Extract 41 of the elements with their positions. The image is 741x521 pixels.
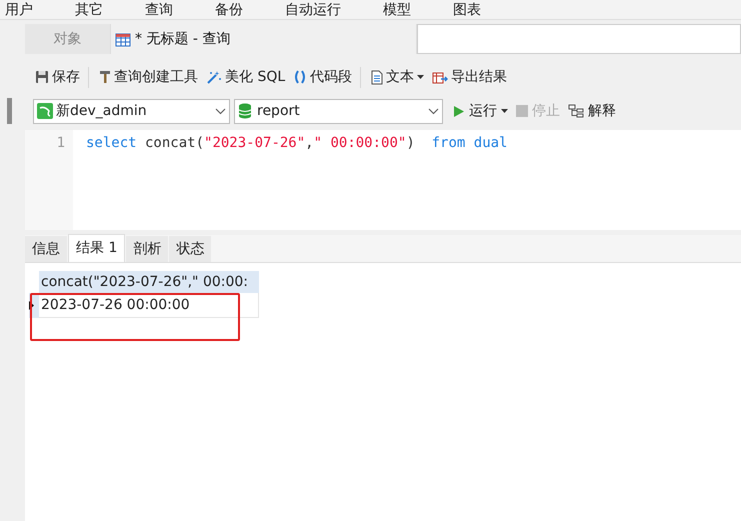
line-number: 1 (56, 134, 65, 153)
menu-item[interactable]: 其它 (75, 2, 103, 16)
table-icon (115, 32, 131, 46)
table-cell: 2023-07-26 00:00:00 (39, 293, 259, 318)
menu-item[interactable]: 图表 (453, 2, 481, 16)
stop-icon (516, 105, 528, 117)
menu-item[interactable]: 自动运行 (285, 2, 341, 16)
result-tab[interactable]: 信息 (25, 236, 67, 262)
connection-select[interactable]: 新dev_admin (33, 98, 230, 124)
play-icon (453, 104, 465, 118)
parentheses-icon (293, 70, 308, 84)
run-toolbar-button[interactable]: 运行 (453, 100, 508, 122)
toolbar-button[interactable]: 查询创建工具 (99, 66, 198, 88)
menu-item[interactable]: 模型 (383, 2, 411, 16)
hammer-icon (99, 70, 111, 84)
toolbar-button[interactable]: 美化 SQL (206, 66, 286, 88)
export-table-icon (432, 70, 448, 84)
chevron-down-icon (215, 108, 226, 114)
menu-item[interactable]: 用户 (5, 2, 33, 16)
connection-icon (37, 103, 53, 119)
column-header[interactable]: concat("2023-07-26"," 00:00: (39, 271, 259, 293)
toolbar-button[interactable]: 保存 (35, 66, 80, 88)
result-tab[interactable]: 剖析 (126, 236, 168, 262)
magic-wand-icon (206, 70, 222, 84)
code-line: select concat("2023-07-26"," 00:00:00") from dual (86, 134, 508, 153)
diagram-icon (568, 104, 584, 118)
toolbar-button[interactable]: 文本 (371, 66, 424, 88)
menu-item[interactable]: 备份 (215, 2, 243, 16)
result-tab[interactable]: 结果 1 (68, 234, 126, 262)
toolbar-button[interactable]: 导出结果 (432, 66, 508, 88)
row-pointer-icon (29, 301, 34, 310)
menu-item[interactable]: 查询 (145, 2, 173, 16)
run-toolbar-button[interactable]: 解释 (568, 100, 616, 122)
chevron-down-icon (428, 108, 439, 114)
database-select[interactable]: report (234, 98, 443, 124)
toolbar-button[interactable]: 代码段 (293, 66, 352, 88)
result-tab[interactable]: 状态 (169, 236, 212, 262)
scrollbar-thumb[interactable] (7, 98, 12, 124)
sql-editor[interactable]: 1 select concat("2023-07-26"," 00:00:00") from dual (25, 130, 741, 230)
database-icon (238, 103, 252, 119)
document-icon (371, 70, 384, 84)
